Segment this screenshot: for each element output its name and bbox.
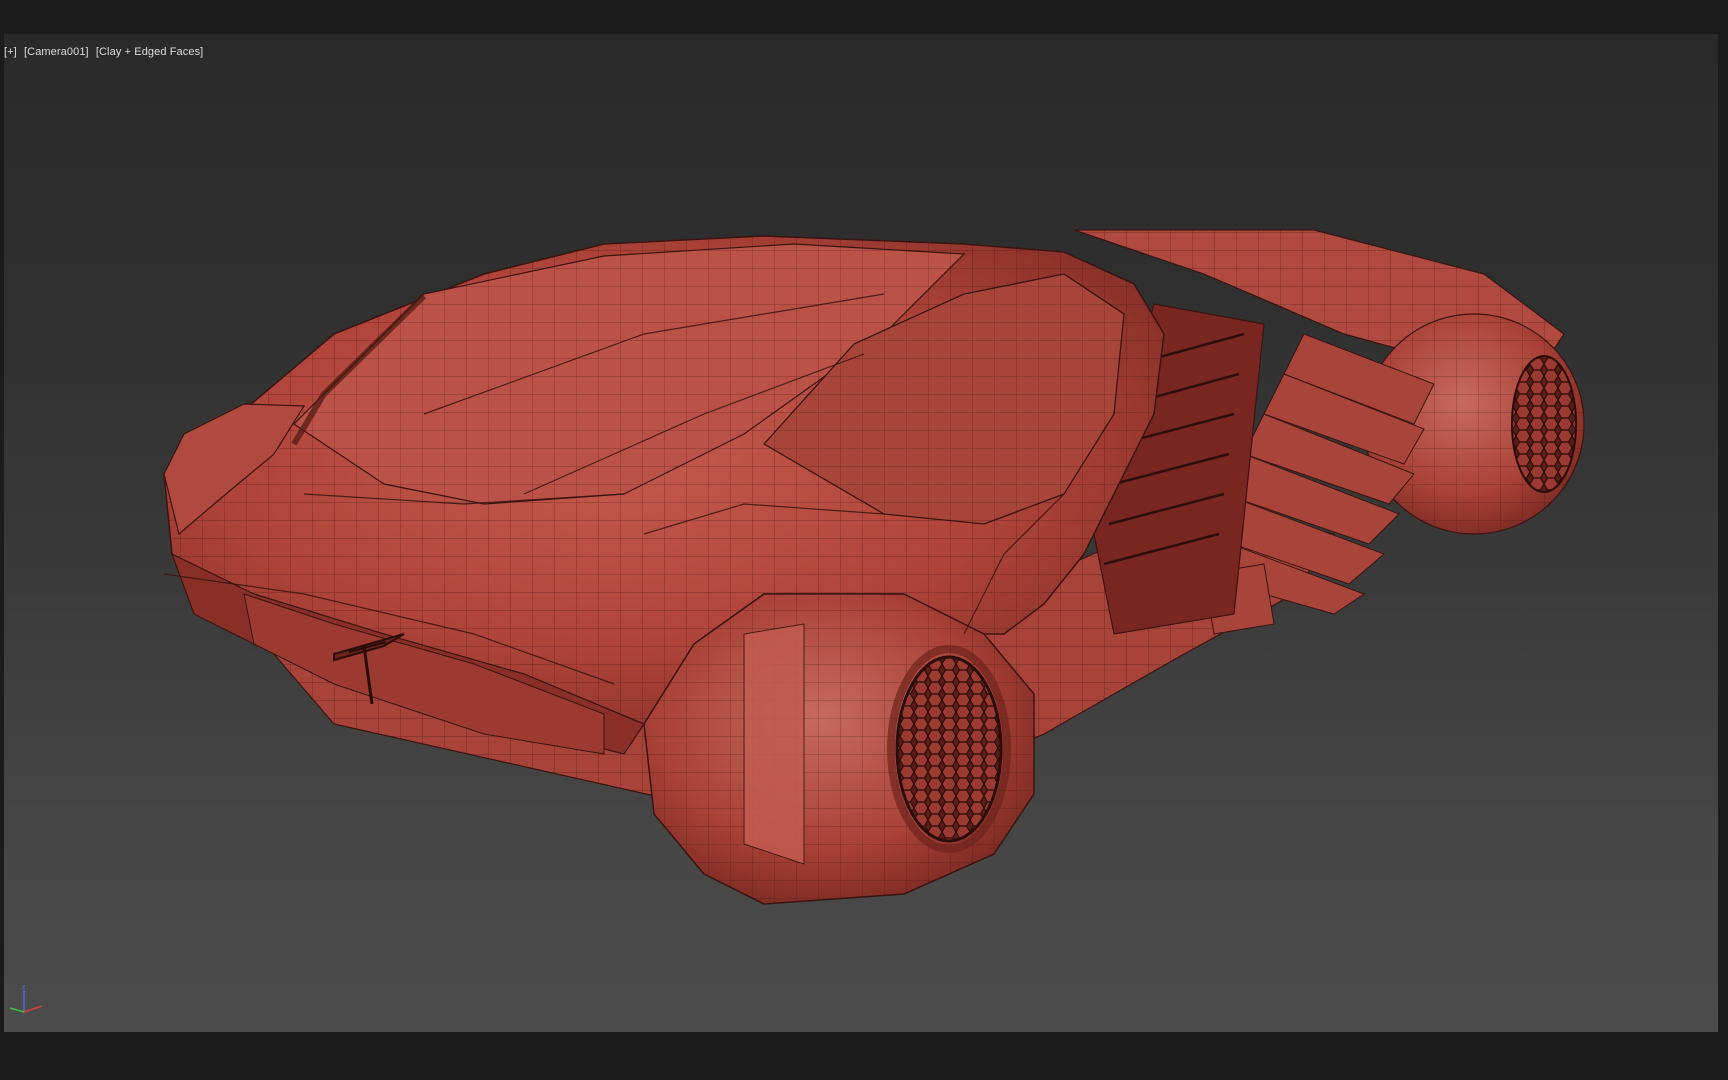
- viewport-label: [+] [Camera001] [Clay + Edged Faces]: [4, 46, 203, 58]
- viewport-shading-menu[interactable]: [Clay + Edged Faces]: [96, 46, 203, 58]
- app-window: [+] [Camera001] [Clay + Edged Faces] z: [0, 0, 1728, 1080]
- z-axis-label: z: [22, 984, 26, 991]
- axis-tripod-icon: z: [9, 984, 43, 1013]
- bottom-bar: [0, 1032, 1728, 1080]
- y-axis-line: [9, 1007, 25, 1013]
- viewport-plus-menu[interactable]: [+]: [4, 46, 17, 58]
- front-wheel-vent: [895, 655, 1003, 843]
- right-gutter: [1718, 0, 1728, 1080]
- x-axis-line: [23, 1005, 43, 1013]
- car-model[interactable]: [4, 34, 1718, 1032]
- rear-vent: [1511, 355, 1577, 493]
- camera-viewport[interactable]: [+] [Camera001] [Clay + Edged Faces] z: [4, 34, 1718, 1032]
- viewport-camera-menu[interactable]: [Camera001]: [24, 46, 89, 58]
